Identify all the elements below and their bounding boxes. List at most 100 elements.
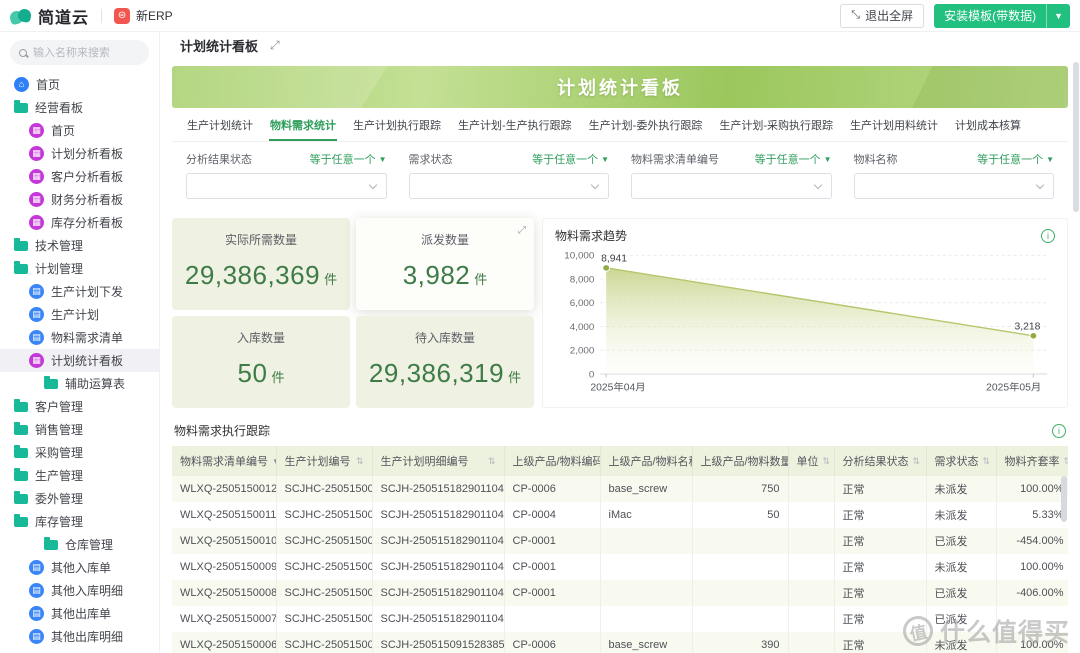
sidebar-item[interactable]: 经营看板 [0,96,159,119]
filter-select[interactable] [631,173,832,199]
sidebar-item[interactable]: ▦库存分析看板 [0,211,159,234]
sidebar-item[interactable]: ▦计划分析看板 [0,142,159,165]
table-row[interactable]: WLXQ-2505150006SCJHC-2505150001SCJH-2505… [172,632,1068,653]
sidebar-item[interactable]: ▤其他出库单 [0,602,159,625]
table-row[interactable]: WLXQ-2505150007SCJHC-2505150002SCJH-2505… [172,606,1068,632]
table-cell: 未派发 [926,476,996,502]
filter-select[interactable] [854,173,1055,199]
sidebar-item[interactable]: 生产管理 [0,464,159,487]
tab[interactable]: 生产计划-生产执行跟踪 [457,117,573,141]
column-header[interactable]: 需求状态⇅ [926,446,996,476]
tab[interactable]: 生产计划-委外执行跟踪 [588,117,704,141]
sidebar-item[interactable]: 仓库管理 [0,533,159,556]
sidebar-item[interactable]: ▤其他出库明细 [0,625,159,648]
sidebar-search[interactable] [10,40,149,65]
brand[interactable]: 简道云 [10,4,89,28]
info-icon[interactable]: i [1041,229,1055,243]
filter-select[interactable] [409,173,610,199]
tab[interactable]: 生产计划-采购执行跟踪 [718,117,834,141]
chevron-down-icon [1036,181,1044,189]
sidebar-item[interactable]: ▦财务分析看板 [0,188,159,211]
exit-fullscreen-label: 退出全屏 [865,7,913,24]
filter-operator-button[interactable]: 等于任意一个▼ [977,151,1054,167]
sidebar-item[interactable]: ▤生产计划下发 [0,280,159,303]
table-row[interactable]: WLXQ-2505150008SCJHC-2505150002SCJH-2505… [172,580,1068,606]
filter-operator-button[interactable]: 等于任意一个▼ [532,151,609,167]
table-scrollbar[interactable] [1061,476,1067,522]
table-row[interactable]: WLXQ-2505150012SCJHC-2505150002SCJH-2505… [172,476,1068,502]
column-header[interactable]: 分析结果状态⇅ [834,446,926,476]
tab[interactable]: 生产计划统计 [186,117,254,141]
sidebar-item[interactable]: 采购管理 [0,441,159,464]
stat-card[interactable]: 实际所需数量29,386,369件 [172,218,350,310]
filter-select[interactable] [186,173,387,199]
sidebar-item[interactable]: 技术管理 [0,234,159,257]
sort-icon[interactable]: ▼ [272,457,276,466]
sidebar-item[interactable]: ▤其他入库明细 [0,579,159,602]
page-scrollbar[interactable] [1073,62,1079,212]
sidebar-item[interactable]: ▤其他入库单 [0,556,159,579]
table-row[interactable]: WLXQ-2505150010SCJHC-2505150002SCJH-2505… [172,528,1068,554]
sidebar-item[interactable]: 委外管理 [0,487,159,510]
table-cell: 正常 [834,502,926,528]
stat-card[interactable]: 待入库数量29,386,319件 [356,316,534,408]
sidebar-item-label: 客户管理 [35,398,83,415]
filter-operator-label: 等于任意一个 [755,151,821,167]
filter-operator-button[interactable]: 等于任意一个▼ [755,151,832,167]
stat-card[interactable]: 入库数量50件 [172,316,350,408]
sort-icon[interactable]: ⇅ [913,456,921,467]
filter-operator-button[interactable]: 等于任意一个▼ [310,151,387,167]
home-icon: ⌂ [14,77,29,92]
tab[interactable]: 生产计划执行跟踪 [352,117,442,141]
search-input[interactable] [33,47,140,59]
stat-card[interactable]: 派发数量3,982件⤢ [356,218,534,310]
sidebar-item[interactable]: 计划管理 [0,257,159,280]
column-header[interactable]: 物料齐套率⇅ [996,446,1068,476]
sidebar-item[interactable]: ▦计划统计看板 [0,349,159,372]
sidebar-item[interactable]: 库存管理 [0,510,159,533]
column-header[interactable]: 上级产品/物料名称⇅ [600,446,692,476]
column-header[interactable]: 上级产品/物料数量⇅ [692,446,788,476]
sort-icon[interactable]: ⇅ [488,456,496,467]
column-header[interactable]: 生产计划编号⇅ [276,446,372,476]
sidebar-item[interactable]: 客户管理 [0,395,159,418]
filter-group: 分析结果状态等于任意一个▼ [186,151,387,199]
sort-icon[interactable]: ⇅ [356,456,364,467]
table-cell: WLXQ-2505150009 [172,554,276,580]
sidebar-item[interactable]: ⌂首页 [0,73,159,96]
sidebar-item[interactable]: ▦首页 [0,119,159,142]
table-row[interactable]: WLXQ-2505150009SCJHC-2505150002SCJH-2505… [172,554,1068,580]
sidebar-item-label: 仓库管理 [65,536,113,553]
sidebar-item[interactable]: ▦客户分析看板 [0,165,159,188]
table-cell: 正常 [834,580,926,606]
table-row[interactable]: WLXQ-2505150011SCJHC-2505150002SCJH-2505… [172,502,1068,528]
sidebar-item[interactable]: ▤物料需求清单 [0,326,159,349]
sidebar-item[interactable]: 辅助运算表 [0,372,159,395]
expand-icon[interactable]: ⤢ [518,225,526,236]
workspace-switcher[interactable]: ⊜ 新ERP [114,7,173,24]
sidebar-item[interactable]: ▤生产计划 [0,303,159,326]
table-cell: 正常 [834,476,926,502]
install-template-dropdown-button[interactable]: ▼ [1046,4,1070,28]
sidebar-menu: ⌂首页经营看板▦首页▦计划分析看板▦客户分析看板▦财务分析看板▦库存分析看板技术… [0,73,159,648]
sort-icon[interactable]: ⇅ [983,456,991,467]
tab[interactable]: 计划成本核算 [954,117,1022,141]
sidebar-item[interactable]: 销售管理 [0,418,159,441]
sort-icon[interactable]: ⇅ [823,456,831,467]
table-cell [692,606,788,632]
table-cell: base_screw [600,476,692,502]
column-label: 物料需求清单编号 [180,453,268,469]
install-template-button[interactable]: 安装模板(带数据) [934,4,1046,28]
column-header[interactable]: 物料需求清单编号 ▼ [172,446,276,476]
sort-icon[interactable]: ⇅ [1064,456,1069,467]
info-icon[interactable]: i [1052,424,1066,438]
fullscreen-toggle-icon[interactable]: ⤢ [270,38,280,53]
table-cell [600,580,692,606]
tab[interactable]: 生产计划用料统计 [849,117,939,141]
column-header[interactable]: 上级产品/物料编码⇅ [504,446,600,476]
column-header[interactable]: 生产计划明细编号⇅ [372,446,504,476]
svg-text:2025年04月: 2025年04月 [590,381,645,394]
column-header[interactable]: 单位⇅ [788,446,834,476]
tab[interactable]: 物料需求统计 [269,117,337,141]
exit-fullscreen-button[interactable]: ⤡ 退出全屏 [840,4,924,28]
